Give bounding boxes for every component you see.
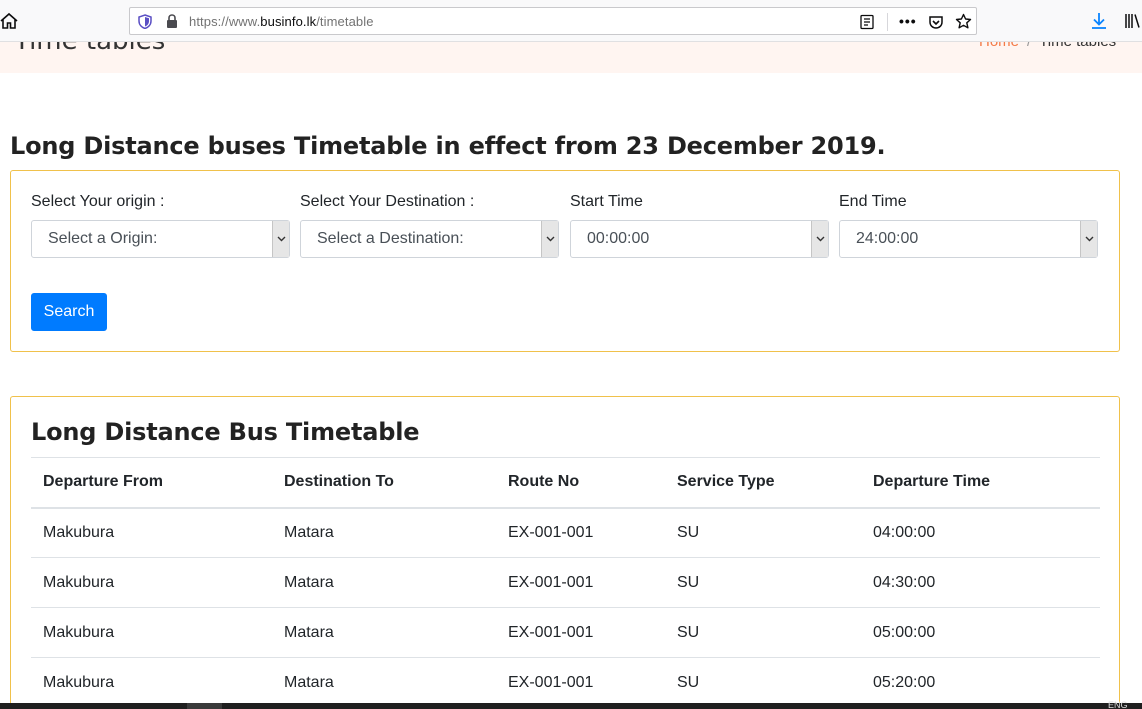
cell-route-no: EX-001-001 <box>496 507 665 558</box>
cell-destination-to: Matara <box>272 607 496 658</box>
column-header-departure-time: Departure Time <box>861 457 1100 509</box>
chevron-down-icon[interactable] <box>811 221 828 257</box>
cell-service-type: SU <box>665 557 861 608</box>
end-time-value: 24:00:00 <box>856 230 919 247</box>
end-time-label: End Time <box>839 193 907 210</box>
cell-service-type: SU <box>665 657 861 708</box>
language-indicator[interactable]: ENG <box>1108 700 1128 709</box>
cell-departure-time: 05:00:00 <box>861 607 1100 658</box>
url-prefix: https://www. <box>189 14 261 29</box>
table-row: Makubura Matara EX-001-001 SU 04:30:00 <box>31 557 1100 608</box>
reader-view-icon[interactable] <box>859 14 875 30</box>
column-header-route-no: Route No <box>496 457 665 509</box>
page-header: Time tables Home / Time tables <box>0 42 1142 73</box>
library-icon[interactable] <box>1124 12 1142 30</box>
origin-field: Select Your origin : Select a Origin: <box>31 193 290 258</box>
breadcrumb: Home / Time tables <box>979 42 1116 50</box>
timetable-card: Long Distance Bus Timetable Departure Fr… <box>10 396 1120 709</box>
page-title: Time tables <box>14 42 165 56</box>
origin-select[interactable]: Select a Origin: <box>31 220 290 258</box>
cell-departure-from: Makubura <box>31 657 272 708</box>
cell-service-type: SU <box>665 507 861 558</box>
destination-label: Select Your Destination : <box>300 193 475 210</box>
column-header-destination-to: Destination To <box>272 457 496 509</box>
table-row: Makubura Matara EX-001-001 SU 05:20:00 <box>31 657 1100 708</box>
start-time-label: Start Time <box>570 193 643 210</box>
breadcrumb-home-link[interactable]: Home <box>979 42 1019 50</box>
start-time-value: 00:00:00 <box>587 230 650 247</box>
table-row: Makubura Matara EX-001-001 SU 05:00:00 <box>31 607 1100 658</box>
destination-field: Select Your Destination : Select a Desti… <box>300 193 559 258</box>
cell-destination-to: Matara <box>272 657 496 708</box>
start-time-select[interactable]: 00:00:00 <box>570 220 829 258</box>
start-time-field: Start Time 00:00:00 <box>570 193 829 258</box>
end-time-select[interactable]: 24:00:00 <box>839 220 1098 258</box>
breadcrumb-separator: / <box>1027 42 1031 50</box>
column-header-service-type: Service Type <box>665 457 861 509</box>
destination-select[interactable]: Select a Destination: <box>300 220 559 258</box>
cell-route-no: EX-001-001 <box>496 607 665 658</box>
url-path: /timetable <box>316 14 374 29</box>
url-text[interactable]: https://www.businfo.lk/timetable <box>189 14 374 29</box>
cell-departure-from: Makubura <box>31 607 272 658</box>
url-host: businfo.lk <box>260 14 317 29</box>
cell-route-no: EX-001-001 <box>496 557 665 608</box>
search-form-card: Select Your origin : Select a Origin: Se… <box>10 170 1120 352</box>
timetable-table: Departure From Destination To Route No S… <box>31 457 1100 708</box>
shield-icon[interactable] <box>138 14 152 29</box>
origin-label: Select Your origin : <box>31 193 165 210</box>
home-icon[interactable] <box>0 12 18 30</box>
table-row: Makubura Matara EX-001-001 SU 04:00:00 <box>31 507 1100 558</box>
address-bar[interactable]: https://www.businfo.lk/timetable ••• <box>129 7 977 35</box>
cell-destination-to: Matara <box>272 557 496 608</box>
cell-service-type: SU <box>665 607 861 658</box>
chevron-down-icon[interactable] <box>272 221 289 257</box>
timetable-effective-heading: Long Distance buses Timetable in effect … <box>10 132 886 160</box>
pocket-icon[interactable] <box>928 14 944 30</box>
cell-departure-from: Makubura <box>31 507 272 558</box>
breadcrumb-current: Time tables <box>1039 42 1116 50</box>
cell-destination-to: Matara <box>272 507 496 558</box>
chevron-down-icon[interactable] <box>541 221 558 257</box>
bookmark-star-icon[interactable] <box>955 13 972 30</box>
cell-departure-from: Makubura <box>31 557 272 608</box>
cell-route-no: EX-001-001 <box>496 657 665 708</box>
end-time-field: End Time 24:00:00 <box>839 193 1098 258</box>
lock-icon[interactable] <box>166 14 178 28</box>
search-button[interactable]: Search <box>31 293 107 331</box>
cell-departure-time: 04:30:00 <box>861 557 1100 608</box>
origin-select-value: Select a Origin: <box>48 230 158 247</box>
download-icon[interactable] <box>1090 12 1108 30</box>
table-header-row: Departure From Destination To Route No S… <box>31 457 1100 509</box>
timetable-title: Long Distance Bus Timetable <box>31 418 420 446</box>
cell-departure-time: 04:00:00 <box>861 507 1100 558</box>
os-taskbar: ENG <box>0 700 1142 709</box>
toolbar-separator <box>887 13 888 31</box>
browser-toolbar: https://www.businfo.lk/timetable ••• <box>0 0 1142 42</box>
column-header-departure-from: Departure From <box>31 457 272 509</box>
taskbar-app-button[interactable] <box>187 703 222 709</box>
cell-departure-time: 05:20:00 <box>861 657 1100 708</box>
chevron-down-icon[interactable] <box>1080 221 1097 257</box>
destination-select-value: Select a Destination: <box>317 230 464 247</box>
more-actions-icon[interactable]: ••• <box>899 13 917 29</box>
